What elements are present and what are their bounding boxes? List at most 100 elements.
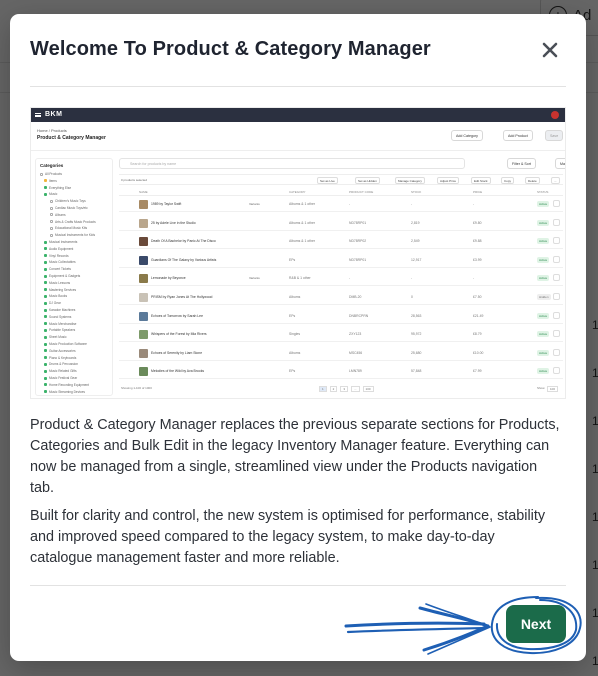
preview-toolbar: 0 products selected Set as Live Set as Hi… (119, 174, 563, 185)
preview-toolbar-button: Set as Hidden (355, 177, 380, 184)
preview-sidebar-label: Music Production Software (49, 342, 87, 346)
preview-page-number: 100 (362, 386, 374, 392)
preview-sidebar-label: Portable Speakers (49, 328, 76, 333)
preview-product-code: DMB-20 (349, 295, 362, 299)
preview-sidebar-label: Music Festival Gear (49, 376, 78, 380)
preview-status-badge: Active (537, 256, 550, 263)
preview-category-checkbox (44, 254, 47, 258)
next-button[interactable]: Next (506, 605, 566, 643)
preview-show-select: 100 (547, 386, 559, 392)
preview-toolbar-button: Adjust Price (437, 177, 460, 184)
preview-table-row: 1989 by Taylor Swift Variants Albums & 1 o… (119, 197, 563, 212)
preview-status-badge: Active (537, 368, 550, 375)
preview-col-category: CATEGORY (289, 190, 306, 194)
preview-sidebar-item: Music Merchandise (44, 322, 76, 326)
preview-product-category: Singles (289, 332, 301, 337)
preview-sidebar-item: Sheet Music (44, 335, 67, 339)
preview-sidebar-item: Musical Instruments (44, 240, 77, 244)
preview-sidebar-item: Piano & Keyboards (44, 356, 76, 360)
preview-toolbar-button: Set as Live (317, 177, 338, 184)
preview-show-label: Show (537, 386, 545, 390)
preview-variant-tag: Variants (249, 276, 260, 281)
preview-sidebar-label: Music Streaming Devices (49, 389, 85, 394)
preview-page-number: 3 (340, 386, 349, 392)
preview-product-thumbnail (139, 200, 148, 209)
preview-sidebar-label: Vinyl Records (49, 253, 69, 258)
preview-product-category: Albums & 1 other (289, 202, 316, 206)
preview-product-stock: - (411, 276, 413, 281)
preview-sidebar-item: Portable Speakers (44, 328, 75, 332)
preview-table-row: 25 by Adele Live in the Studio Albums & 1… (119, 216, 563, 231)
preview-product-thumbnail (139, 348, 148, 358)
preview-edit-icon (553, 293, 560, 300)
preview-sidebar-label: All Products (45, 172, 63, 176)
preview-page-number: 1 (319, 386, 327, 392)
preview-product-name: Echoes of Tomorrow by Sarah Lee (151, 313, 203, 318)
preview-sidebar-item: Vinyl Records (44, 254, 69, 258)
preview-toolbar-button: ... (551, 177, 560, 184)
preview-category-checkbox (44, 349, 47, 353)
preview-sidebar-label: Concert Tickets (49, 267, 71, 272)
preview-product-code: ND78RP02 (349, 239, 367, 244)
preview-category-checkbox (44, 247, 47, 251)
preview-table-header: NAME CATEGORY PRODUCT CODE STOCK PRICE S… (119, 188, 563, 196)
preview-page-title: Product & Category Manager (37, 135, 106, 141)
preview-selected-count: 0 products selected (121, 178, 148, 182)
preview-sidebar-item: Music (44, 192, 57, 196)
preview-sidebar-item: Sound Systems (44, 315, 71, 319)
preview-product-name: Death Of A Bachelor by Panic At The Disc… (151, 239, 216, 244)
preview-col-status: STATUS (537, 190, 549, 194)
benefits-paragraph: Built for clarity and control, the new s… (30, 508, 546, 566)
preview-product-price: £7.99 (473, 369, 482, 374)
welcome-modal: Welcome To Product & Category Manager BK… (10, 14, 586, 661)
preview-sidebar-item: Music Production Software (44, 342, 87, 346)
preview-table-row: Lemonade by Beyonce Variants R&B & 1 other… (119, 271, 563, 287)
preview-category-checkbox (44, 301, 47, 305)
preview-columns-button: Manage Columns (555, 158, 565, 169)
preview-variant-tag: Variants (249, 202, 260, 206)
preview-menu-icon (35, 113, 41, 117)
preview-sidebar-item: Music Related Gifts (44, 369, 77, 373)
preview-sidebar-label: Karaoke Machines (49, 308, 76, 312)
preview-divider (31, 150, 565, 151)
preview-category-checkbox (50, 220, 53, 224)
preview-sidebar-label: Music Merchandise (49, 321, 77, 326)
preview-sidebar-item: Cardiac Music Toys/etc (50, 206, 88, 210)
preview-logo: BKM (45, 111, 63, 118)
preview-sidebar-label: Sound Systems (49, 314, 72, 319)
preview-edit-icon (553, 200, 560, 207)
preview-sidebar-label: Equipment & Gadgets (49, 274, 81, 278)
preview-col-code: PRODUCT CODE (349, 190, 374, 194)
preview-pager-label: Showing 1-100 of 1000 (121, 386, 152, 390)
preview-category-checkbox (44, 294, 47, 298)
preview-product-price: £7.50 (473, 295, 482, 299)
preview-product-price: £3.99 (473, 257, 482, 262)
preview-product-thumbnail (139, 367, 148, 377)
preview-sidebar-item: Children's Music Toys (50, 199, 86, 203)
preview-product-stock: 2,549 (411, 239, 420, 244)
preview-product-category: R&B & 1 other (289, 276, 311, 281)
preview-topbar: BKM (31, 108, 565, 122)
preview-product-code: ZXY123 (349, 332, 362, 337)
product-manager-preview-image: BKM Home / Products Product & Category M… (30, 107, 566, 399)
preview-toolbar-button: Manage Category (395, 177, 425, 184)
preview-product-price: £8.79 (473, 332, 482, 337)
preview-sidebar-label: Items (49, 178, 57, 183)
preview-product-category: EPs (289, 369, 296, 374)
preview-add-category-button: Add Category (451, 130, 483, 141)
preview-product-name: 25 by Adele Live in the Studio (151, 220, 196, 225)
preview-edit-icon (553, 255, 560, 263)
preview-category-checkbox (44, 267, 47, 271)
preview-category-checkbox (44, 369, 47, 373)
preview-sidebar-item: Drums & Percussion (44, 362, 78, 366)
preview-sidebar-label: Music Books (49, 294, 68, 299)
preview-product-category: Albums & 1 other (289, 239, 316, 244)
preview-edit-icon (553, 218, 560, 226)
preview-sidebar-label: Music (49, 192, 58, 197)
preview-status-badge: Hidden (537, 294, 551, 300)
preview-product-thumbnail (139, 237, 148, 247)
preview-search-input: Search for products by name (119, 158, 465, 169)
preview-sidebar-item: Karaoke Machines (44, 308, 75, 312)
preview-product-code: LMN789 (349, 369, 362, 374)
close-button[interactable] (538, 38, 562, 62)
